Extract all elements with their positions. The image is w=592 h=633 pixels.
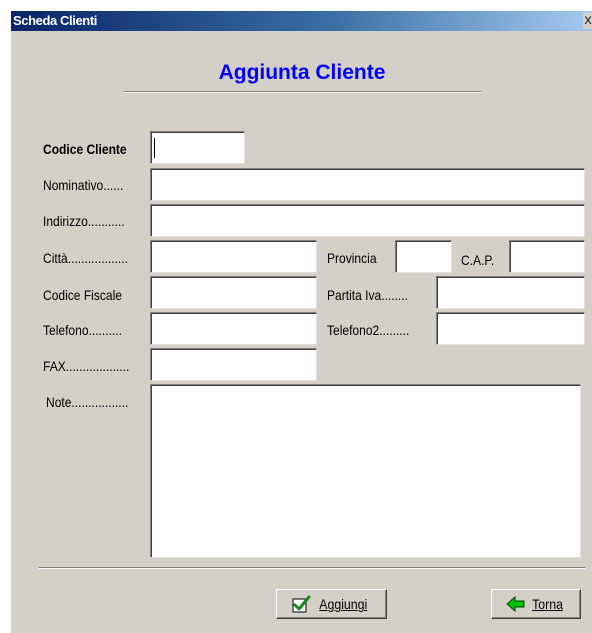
partita-iva-label: Partita Iva........ [327, 287, 408, 303]
note-textarea[interactable] [150, 384, 581, 558]
note-label: Note................. [46, 394, 129, 410]
page-title: Aggiunta Cliente [218, 61, 386, 84]
title-bar[interactable]: Scheda Clienti X [11, 11, 592, 31]
codice-cliente-field[interactable] [150, 131, 245, 164]
cap-label: C.A.P. [461, 252, 495, 268]
citta-label: Città.................. [43, 250, 128, 266]
telefono-label: Telefono.......... [43, 322, 122, 338]
checkmark-icon [292, 595, 312, 613]
dialog-window: Scheda Clienti X Aggiunta Cliente Codice… [10, 11, 592, 633]
cap-field[interactable] [509, 240, 585, 273]
citta-field[interactable] [150, 240, 317, 273]
codice-cliente-label: Codice Cliente [43, 141, 127, 157]
codice-fiscale-label: Codice Fiscale [43, 287, 122, 303]
bottom-divider [39, 567, 585, 569]
arrow-left-icon [506, 595, 526, 613]
provincia-field[interactable] [395, 240, 452, 273]
telefono-field[interactable] [150, 312, 317, 345]
fax-field[interactable] [150, 348, 317, 381]
indirizzo-label: Indirizzo........... [43, 213, 125, 229]
text-caret [154, 138, 155, 158]
nominativo-label: Nominativo...... [43, 177, 124, 193]
close-icon[interactable]: X [583, 13, 592, 29]
torna-label: Torna [532, 596, 564, 612]
aggiungi-button[interactable]: Aggiungi [276, 589, 387, 619]
partita-iva-field[interactable] [436, 276, 585, 309]
window-title: Scheda Clienti [13, 13, 97, 28]
telefono2-label: Telefono2......... [327, 322, 410, 338]
provincia-label: Provincia [327, 250, 377, 266]
indirizzo-field[interactable] [150, 204, 585, 237]
aggiungi-label: Aggiungi [319, 596, 368, 612]
telefono2-field[interactable] [436, 312, 585, 345]
nominativo-field[interactable] [150, 168, 585, 201]
fax-label: FAX................... [43, 358, 130, 374]
header-divider [124, 91, 481, 93]
torna-button[interactable]: Torna [491, 589, 581, 619]
codice-fiscale-field[interactable] [150, 276, 317, 309]
